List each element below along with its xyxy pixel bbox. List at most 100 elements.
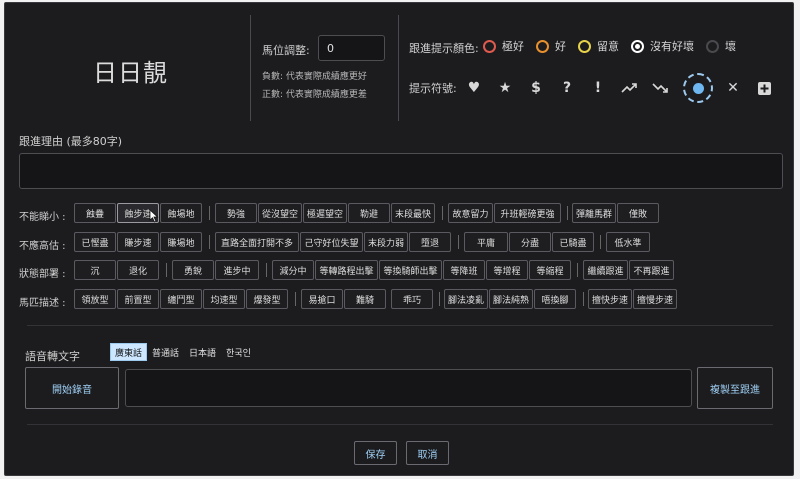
tag-chip[interactable]: 己守好位失望 (300, 232, 363, 252)
tag-chip[interactable]: 直路全面打開不多 (215, 232, 299, 252)
tag-chip[interactable]: 墮退 (409, 232, 451, 252)
tag-chip[interactable]: 腳法純熟 (489, 289, 533, 309)
dot-icon[interactable] (683, 73, 713, 103)
tag-chip[interactable]: 故意留力 (448, 203, 493, 223)
tag-chip[interactable]: 均速型 (203, 289, 245, 309)
tag-chip[interactable]: 腳法凌亂 (444, 289, 488, 309)
tag-chip[interactable]: 等增程 (486, 260, 528, 280)
tag-chip[interactable]: 易搶口 (301, 289, 343, 309)
dollar-icon[interactable]: $ (522, 78, 550, 98)
radio-icon (578, 39, 591, 53)
tag-chip[interactable]: 極遲望空 (303, 203, 347, 223)
color-option-good[interactable]: 好 (536, 38, 566, 54)
tag-chip[interactable]: 勇銳 (172, 260, 214, 280)
tag-chip[interactable]: 等換騎師出擊 (379, 260, 442, 280)
color-option-label: 壞 (725, 40, 736, 53)
radio-icon (706, 39, 719, 53)
tag-chip[interactable]: 退化 (117, 260, 159, 280)
heart-icon[interactable]: ♥ (460, 78, 488, 98)
row-label: 馬匹描述 : (19, 298, 66, 309)
group-divider (577, 263, 578, 277)
tag-chip[interactable]: 分盡 (509, 232, 551, 252)
tag-chip[interactable]: 不再跟進 (629, 260, 674, 280)
save-button[interactable]: 保存 (354, 441, 397, 465)
trend-down-icon[interactable] (646, 78, 674, 98)
tag-chip[interactable]: 爆發型 (246, 289, 288, 309)
color-options: 極好 好 留意 沒有好壞 壞 (483, 38, 748, 54)
tag-chip[interactable]: 勒避 (348, 203, 390, 223)
radio-icon (483, 39, 496, 53)
tag-chip[interactable]: 等縮程 (529, 260, 571, 280)
tag-chip[interactable]: 等轉路程出擊 (315, 260, 378, 280)
language-tab[interactable]: 日本語 (184, 343, 221, 361)
symbol-label: 提示符號: (409, 82, 457, 95)
tag-chip[interactable]: 勢強 (215, 203, 257, 223)
tag-chip[interactable]: 已慳盡 (74, 232, 116, 252)
group-divider (583, 292, 584, 306)
cancel-button[interactable]: 取消 (406, 441, 449, 465)
position-input[interactable]: 0 (318, 35, 385, 61)
reason-label: 跟進理由 (最多80字) (19, 135, 123, 148)
tag-chip[interactable]: 從沒望空 (258, 203, 302, 223)
group-divider (600, 235, 601, 249)
trend-up-icon[interactable] (615, 78, 643, 98)
tag-chip[interactable]: 賺步速 (117, 232, 159, 252)
follow-up-dialog: 日日靚 馬位調整: 0 負數: 代表實際成績應更好 正數: 代表實際成績應更差 … (4, 2, 794, 476)
tag-chip[interactable]: 唔換腳 (534, 289, 576, 309)
tag-chip[interactable]: 賺場地 (160, 232, 202, 252)
color-option-excellent[interactable]: 極好 (483, 38, 524, 54)
tag-chip[interactable]: 彈離馬群 (572, 203, 616, 223)
tag-chip[interactable]: 低水準 (606, 232, 650, 252)
tag-chip[interactable]: 末段最快 (391, 203, 435, 223)
tag-chip[interactable]: 僅敗 (617, 203, 659, 223)
tag-chip[interactable]: 進步中 (215, 260, 259, 280)
tag-chip[interactable]: 擅快步速 (588, 289, 632, 309)
close-icon[interactable]: ✕ (719, 78, 747, 98)
divider (398, 15, 399, 121)
group-divider (458, 235, 459, 249)
tag-chip[interactable]: 平庸 (464, 232, 508, 252)
tag-chip[interactable]: 末段力弱 (364, 232, 408, 252)
question-icon[interactable]: ? (553, 78, 581, 98)
tag-chip[interactable]: 難騎 (344, 289, 386, 309)
tag-chip[interactable]: 升班輕磅更強 (494, 203, 561, 223)
radio-icon (536, 39, 549, 53)
tag-chip[interactable]: 蝕場地 (160, 203, 202, 223)
radio-selected-icon (631, 39, 644, 53)
divider (27, 424, 773, 425)
position-note-negative: 負數: 代表實際成績應更好 (262, 72, 367, 82)
tag-chip[interactable]: 減分中 (272, 260, 314, 280)
tag-chip[interactable]: 前置型 (117, 289, 159, 309)
plus-square-icon[interactable] (750, 78, 778, 98)
group-divider (209, 235, 210, 249)
tag-chip[interactable]: 蝕疊 (74, 203, 116, 223)
tag-chip[interactable]: 擅慢步速 (633, 289, 677, 309)
tag-chip[interactable]: 已騎盡 (552, 232, 594, 252)
language-tab[interactable]: 한국인 (221, 343, 256, 361)
tag-chip[interactable]: 沉 (74, 260, 116, 280)
tag-chip[interactable]: 蝕步速 (117, 203, 159, 223)
start-recording-button[interactable]: 開始錄音 (25, 367, 119, 409)
group-divider (439, 292, 440, 306)
tag-chip[interactable]: 繼續跟進 (583, 260, 628, 280)
color-option-bad[interactable]: 壞 (706, 38, 736, 54)
position-note-positive: 正數: 代表實際成績應更差 (262, 90, 367, 100)
language-tab[interactable]: 廣東話 (110, 343, 148, 361)
copy-to-followup-button[interactable]: 複製至跟進 (697, 367, 773, 409)
row-label: 不能睇小 : (19, 212, 66, 223)
tag-chip[interactable]: 領放型 (74, 289, 116, 309)
star-icon[interactable]: ★ (491, 78, 519, 98)
tag-chip[interactable]: 等降班 (443, 260, 485, 280)
color-option-watch[interactable]: 留意 (578, 38, 619, 54)
color-option-neutral[interactable]: 沒有好壞 (631, 38, 694, 54)
reason-input[interactable] (19, 153, 783, 189)
divider (250, 15, 251, 121)
color-option-label: 極好 (502, 40, 524, 53)
tag-chip[interactable]: 乖巧 (391, 289, 433, 309)
language-tab[interactable]: 普通話 (147, 343, 184, 361)
row-label: 狀態部署 : (19, 269, 66, 280)
transcript-input[interactable] (125, 369, 692, 407)
tag-chip[interactable]: 纏鬥型 (160, 289, 202, 309)
exclamation-icon[interactable]: ! (584, 78, 612, 98)
speech-label: 語音轉文字 (25, 350, 80, 363)
